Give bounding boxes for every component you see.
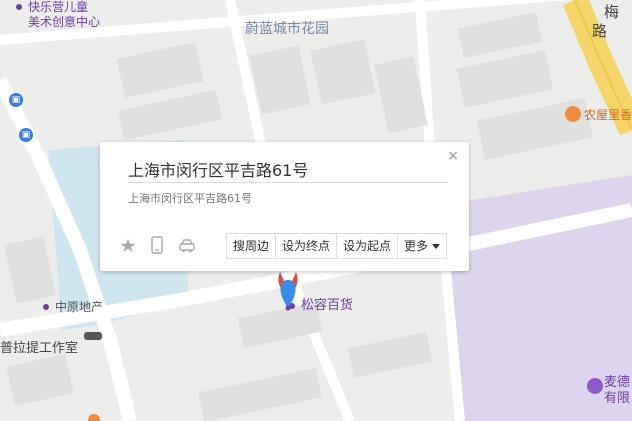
studio-label[interactable]: 普拉提工作室 — [0, 342, 78, 356]
bus-stop-icon-2[interactable]: ▣ — [19, 128, 33, 142]
popup-title: 上海市闵行区平吉路61号 — [128, 161, 309, 180]
info-window: × 上海市闵行区平吉路61号 上海市闵行区平吉路61号 搜周边 设为终点 设为起… — [100, 142, 469, 271]
company-label-line1[interactable]: 麦德 — [604, 376, 630, 390]
more-button-label: 更多 — [404, 239, 429, 253]
kindergarten-dot — [16, 4, 22, 10]
company-icon[interactable] — [587, 378, 603, 394]
taxi-icon[interactable] — [179, 239, 195, 253]
chevron-down-icon — [432, 244, 441, 249]
set-destination-button[interactable]: 设为终点 — [276, 234, 338, 258]
popup-action-bar: 搜周边 设为终点 设为起点 更多 — [226, 233, 448, 259]
restaurant-icon[interactable] — [565, 106, 581, 122]
kindergarten-label-line1: 快乐营儿童 — [28, 0, 89, 14]
traffic-light-icon — [84, 332, 102, 340]
popup-address: 上海市闵行区平吉路61号 — [128, 192, 252, 205]
more-button[interactable]: 更多 — [398, 234, 446, 258]
bus-stop-icon-1[interactable]: ▣ — [9, 93, 23, 107]
kindergarten-label-line2: 美术创意中心 — [28, 15, 101, 29]
realestate-dot — [43, 304, 49, 310]
restaurant-label[interactable]: 农屋里香 — [584, 108, 632, 122]
company-label-line2[interactable]: 有限 — [604, 392, 630, 406]
road-label-char1: 梅 — [604, 3, 620, 21]
bottom-poi-icon — [88, 414, 100, 421]
road-label-char2: 路 — [592, 22, 608, 40]
location-pin-icon[interactable] — [274, 268, 302, 314]
garden-label: 蔚蓝城市花园 — [245, 21, 329, 37]
map-view[interactable]: 快乐营儿童 美术创意中心 蔚蓝城市花园 梅 路 农屋里香 ▣ ▣ 中原地产 普拉… — [0, 0, 632, 421]
favorite-star-icon[interactable] — [121, 239, 135, 253]
close-icon[interactable]: × — [447, 148, 459, 164]
search-nearby-button[interactable]: 搜周边 — [227, 234, 277, 258]
realestate-label[interactable]: 中原地产 — [55, 300, 103, 314]
title-divider — [128, 182, 448, 183]
send-to-phone-icon[interactable] — [151, 236, 163, 254]
set-origin-button[interactable]: 设为起点 — [337, 234, 399, 258]
store-label[interactable]: 松容百货 — [301, 299, 353, 313]
